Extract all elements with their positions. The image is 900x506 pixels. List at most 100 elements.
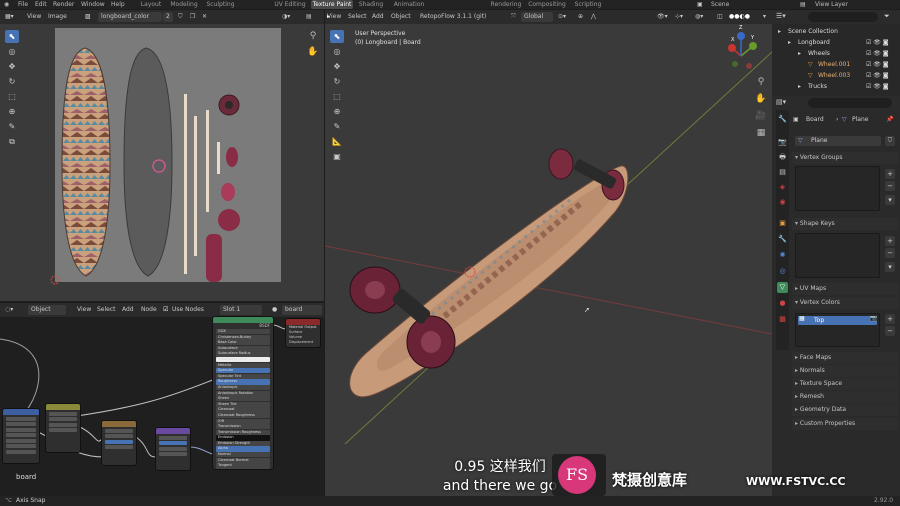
properties-section-header[interactable]: ▸ Custom Properties [792, 418, 898, 430]
xray-icon[interactable]: ◫ [717, 10, 723, 24]
shading-modes-icon[interactable]: ●●◐● [729, 10, 750, 24]
menu-window[interactable]: Window [81, 0, 105, 9]
section-expand-icon[interactable]: ▾ [792, 154, 800, 161]
node-node-menu[interactable]: Node [141, 303, 157, 317]
visibility-toggles-icon[interactable]: ☑ 👁 ◙ [866, 59, 889, 70]
vertex-groups-list[interactable] [795, 166, 880, 211]
outliner-row[interactable]: ▸ Wheels ☑ 👁 ◙ [772, 48, 900, 59]
object-mode-dropdown[interactable]: Object [28, 305, 66, 315]
section-expand-icon[interactable]: ▸ [792, 380, 800, 387]
bsdf-row[interactable]: Christensen-Burley [216, 334, 270, 340]
move-tool-icon[interactable]: ✥ [5, 60, 19, 73]
properties-section-header[interactable]: ▸ UV Maps [792, 283, 898, 295]
use-nodes-checkbox[interactable]: ☑ [163, 303, 168, 317]
snapping-icon[interactable]: ⊕ [578, 10, 583, 24]
object-tab-icon[interactable]: ▣ [777, 218, 788, 229]
outliner-row[interactable]: ▸ Trucks ☑ 👁 ◙ [772, 81, 900, 92]
section-expand-icon[interactable]: ▾ [792, 220, 800, 227]
cursor-tool-icon[interactable]: ◎ [5, 45, 19, 58]
outliner-row[interactable]: ▸ Scene Collection [772, 26, 900, 37]
rotate-tool-icon[interactable]: ↻ [5, 75, 19, 88]
visibility-toggles-icon[interactable]: ☑ 👁 ◙ [866, 48, 889, 59]
section-expand-icon[interactable]: ▸ [792, 285, 800, 292]
vp-scale-tool-icon[interactable]: ⬚ [330, 90, 344, 103]
tab-modeling[interactable]: Modeling [166, 0, 202, 9]
normal-map-node[interactable] [156, 428, 190, 470]
unlink-image-icon[interactable]: ✕ [202, 10, 207, 24]
section-expand-icon[interactable]: ▾ [792, 299, 800, 306]
vertex-color-remove-button[interactable]: − [885, 326, 895, 336]
bsdf-row[interactable]: Transmission [216, 424, 270, 430]
outliner-type-icon[interactable]: ☰▾ [776, 12, 786, 20]
properties-section-header[interactable]: ▾ Vertex Groups [792, 152, 898, 164]
vertex-color-item-top[interactable]: Top [798, 316, 877, 325]
vp-select-tool-icon[interactable]: ⬉ [330, 30, 344, 43]
vp-zoom-icon[interactable]: ⚲ [755, 76, 767, 88]
bsdf-row[interactable]: Specular Tint [216, 373, 270, 380]
bsdf-row[interactable]: Specular [216, 368, 270, 374]
bsdf-row[interactable]: Roughness [216, 379, 270, 385]
bsdf-row[interactable]: Normal [216, 452, 270, 458]
shape-key-remove-button[interactable]: − [885, 248, 895, 258]
section-expand-icon[interactable]: ▸ [792, 406, 800, 413]
pin-icon[interactable]: 📌 [886, 116, 893, 123]
properties-section-header[interactable]: ▸ Face Maps [792, 352, 898, 364]
display-channels-icon[interactable]: ◑▾ [282, 10, 290, 24]
shape-keys-list[interactable] [795, 233, 880, 278]
bsdf-row[interactable]: Subsurface Radius [216, 351, 270, 357]
tool-tab-icon[interactable]: 🔧 [777, 114, 788, 125]
new-image-icon[interactable]: ❐ [190, 10, 195, 24]
vp-grid-icon[interactable]: ▦ [755, 127, 767, 139]
scene-name[interactable]: Scene [711, 0, 729, 9]
vertex-group-add-button[interactable]: + [885, 169, 895, 179]
retopoflow-menu[interactable]: RetopoFlow 3.1.1 (git) [420, 10, 486, 24]
shape-key-menu-icon[interactable]: ▾ [885, 262, 895, 272]
vp-annotate-tool-icon[interactable]: ✎ [330, 120, 344, 133]
bsdf-row[interactable]: Anisotropic [216, 384, 270, 391]
tab-texture-paint[interactable]: Texture Paint [311, 0, 353, 9]
vp-transform-tool-icon[interactable]: ⊕ [330, 105, 344, 118]
pan-hand-icon[interactable]: ✋ [307, 46, 319, 58]
image-name-field[interactable]: longboard_color [98, 12, 162, 22]
scale-tool-icon[interactable]: ⬚ [5, 90, 19, 103]
viewport-view-menu[interactable]: View [327, 10, 341, 24]
bsdf-row[interactable]: Clearcoat Normal [216, 457, 270, 463]
shape-key-add-button[interactable]: + [885, 236, 895, 246]
bsdf-row[interactable]: Anisotropic Rotation [216, 390, 270, 396]
outliner-row[interactable]: ▽ Wheel.001 ☑ 👁 ◙ [772, 59, 900, 70]
image-view-menu[interactable]: View [27, 10, 41, 24]
image-browse-icon[interactable]: ▨ [85, 10, 91, 24]
tab-layout[interactable]: Layout [136, 0, 166, 9]
gizmo-icon[interactable]: ⊹▾ [675, 10, 683, 24]
slot-dropdown[interactable]: Slot 1 [220, 305, 262, 315]
tab-animation[interactable]: Animation [389, 0, 429, 9]
bsdf-row[interactable]: Alpha [216, 446, 270, 452]
mapping-node[interactable] [3, 409, 39, 463]
image-image-menu[interactable]: Image [48, 10, 67, 24]
vp-rotate-tool-icon[interactable]: ↻ [330, 75, 344, 88]
bsdf-row[interactable]: Base Color [216, 340, 270, 346]
section-expand-icon[interactable]: ▸ [792, 354, 800, 361]
properties-section-header[interactable]: ▸ Remesh [792, 391, 898, 403]
vp-add-cube-tool-icon[interactable]: ▣ [330, 150, 344, 163]
zoom-icon[interactable]: ⚲ [307, 30, 319, 42]
node-select-menu[interactable]: Select [97, 303, 116, 317]
snap-icon[interactable]: ⊙▾ [558, 10, 566, 24]
fake-user-shield-icon[interactable]: ⛉ [885, 136, 895, 146]
overlay-icon[interactable]: ◍▾ [695, 10, 703, 24]
section-expand-icon[interactable]: ▸ [792, 420, 800, 427]
bsdf-row[interactable]: Subsurface Color [216, 356, 270, 363]
bsdf-row[interactable]: Clearcoat [216, 407, 270, 413]
output-socket[interactable]: Displacement [286, 340, 320, 345]
bsdf-row[interactable]: Emission Strength [216, 440, 270, 447]
proportional-icon[interactable]: ⋀ [591, 10, 596, 24]
outliner-row[interactable]: ▽ Wheel.003 ☑ 👁 ◙ [772, 70, 900, 81]
visibility-toggles-icon[interactable]: ☑ 👁 ◙ [866, 37, 889, 48]
texture-tab-icon[interactable]: ▩ [777, 314, 788, 325]
bsdf-row[interactable]: IOR [216, 418, 270, 424]
properties-section-header[interactable]: ▾ Shape Keys [792, 218, 898, 230]
vp-camera-icon[interactable]: 🎥 [755, 110, 767, 122]
node-editor-canvas[interactable]: BSDF GGX Christensen-Burley Base Color Subs… [0, 317, 324, 496]
outliner-search-input[interactable] [808, 12, 878, 22]
vp-measure-tool-icon[interactable]: 📐 [330, 135, 344, 148]
